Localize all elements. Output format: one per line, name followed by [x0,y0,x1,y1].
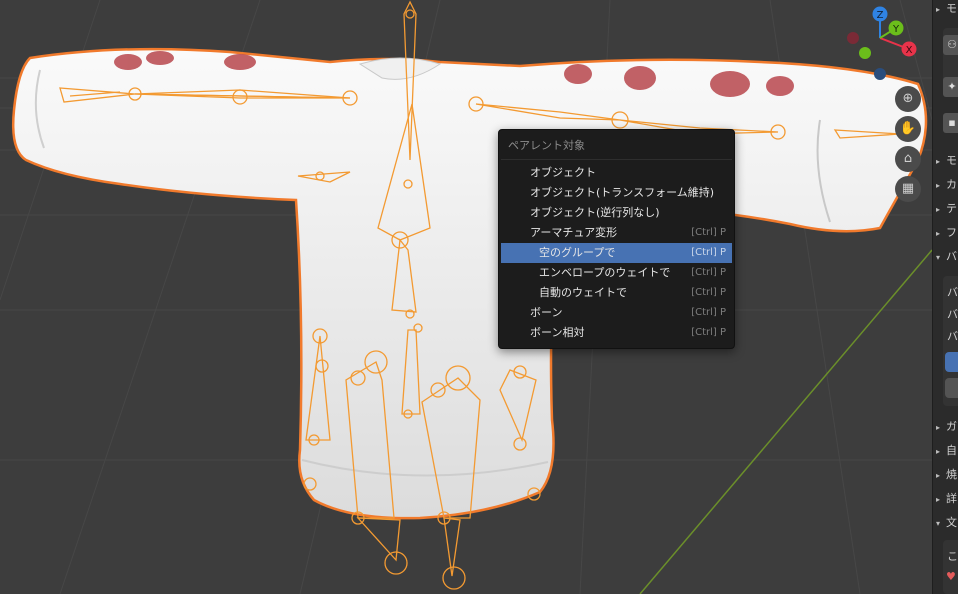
primary-button[interactable] [945,352,958,372]
menu-item-with-automatic-weights[interactable]: 自動のウェイトで [Ctrl] P [501,283,732,303]
panel-header[interactable]: ▾ 文 [936,514,957,530]
collapse-arrow-icon: ▸ [936,423,941,432]
collapse-arrow-icon: ▸ [936,495,941,504]
panel-header-label: テ [946,202,957,215]
property-row[interactable]: バ [947,306,958,322]
panel-header-modifier[interactable]: ▸ モ [936,0,957,16]
panel-header[interactable]: ▸ フ [936,224,957,240]
panel-header-label: モ [946,2,957,15]
collapse-arrow-icon: ▸ [936,229,941,238]
menu-item-object-keep-transform[interactable]: オブジェクト(トランスフォーム維持) [501,183,732,203]
collapse-arrow-icon: ▸ [936,157,941,166]
heart-icon[interactable]: ♥ [946,570,956,583]
menu-item-shortcut: [Ctrl] P [691,327,726,338]
grid-icon[interactable]: ▦ [895,176,921,202]
wand-tool-icon[interactable]: ✦ [943,77,958,97]
menu-item-object[interactable]: オブジェクト [501,163,732,183]
panel-header[interactable]: ▸ ガ [936,418,957,434]
property-label: こ [947,550,958,563]
camera-icon[interactable]: ⌂ [895,146,921,172]
menu-item-object-without-inverse[interactable]: オブジェクト(逆行列なし) [501,203,732,223]
menu-item-label: エンベロープのウェイトで [539,266,671,279]
menu-item-bone[interactable]: ボーン [Ctrl] P [501,303,732,323]
collapse-arrow-icon: ▾ [936,519,941,528]
armature-tool-icon[interactable]: ⚇ [943,35,958,55]
menu-item-label: オブジェクト [530,166,596,179]
panel-header-label: 文 [946,516,957,529]
menu-item-label: 空のグループで [539,246,616,259]
menu-item-label: アーマチュア変形 [530,226,618,239]
3d-viewport[interactable]: Z Y X ⊕ ✋ ⌂ ▦ ペアレント対象 オブジェクト オブジェクト(トランス… [0,0,932,594]
collapse-arrow-icon: ▸ [936,471,941,480]
gizmo-z-label: Z [877,10,884,21]
collapse-arrow-icon: ▸ [936,447,941,456]
panel-header[interactable]: ▸ 自 [936,442,957,458]
menu-item-label: オブジェクト(逆行列なし) [530,206,660,219]
properties-panel[interactable]: ▸ モ ⚇ ✦ ▪ ▸ モ ▸ カ ▸ テ ▸ フ ▾ バ バ バ バ ▸ ガ ▸ 自 ▸ 焼 ▸… [932,0,958,594]
menu-item-label: ボーン相対 [530,326,585,339]
navigation-gizmo[interactable]: Z Y X [847,6,917,81]
gizmo-x-label: X [906,45,913,56]
panel-header-label: バ [946,250,957,263]
panel-header[interactable]: ▸ カ [936,176,957,192]
menu-item-armature-deform[interactable]: アーマチュア変形 [Ctrl] P [501,223,732,243]
panel-header-label: 焼 [946,468,957,481]
property-label: バ [947,330,958,343]
shirt-mesh[interactable] [12,47,928,520]
menu-item-shortcut: [Ctrl] P [691,247,726,258]
menu-item-label: ボーン [530,306,563,319]
panel-header-label: ガ [946,420,957,433]
panel-header[interactable]: ▸ テ [936,200,957,216]
scene[interactable]: Z Y X [0,0,932,594]
panel-header-label: カ [946,178,957,191]
panel-header-label: モ [946,154,957,167]
collapse-arrow-icon: ▸ [936,205,941,214]
panel-header[interactable]: ▸ 詳 [936,490,957,506]
panel-header-label: 詳 [946,492,957,505]
menu-item-shortcut: [Ctrl] P [691,267,726,278]
panel-header[interactable]: ▾ バ [936,248,957,264]
collapse-arrow-icon: ▾ [936,253,941,262]
property-row[interactable]: バ [947,284,958,300]
zoom-icon[interactable]: ⊕ [895,86,921,112]
hand-icon[interactable]: ✋ [895,116,921,142]
panel-header[interactable]: ▸ モ [936,152,957,168]
menu-item-shortcut: [Ctrl] P [691,287,726,298]
menu-item-label: オブジェクト(トランスフォーム維持) [530,186,715,199]
select-tool-icon[interactable]: ▪ [943,113,958,133]
menu-item-shortcut: [Ctrl] P [691,307,726,318]
property-row[interactable]: こ [947,548,958,564]
collapse-arrow-icon: ▸ [936,5,941,14]
panel-header-label: 自 [946,444,957,457]
parent-to-menu[interactable]: ペアレント対象 オブジェクト オブジェクト(トランスフォーム維持) オブジェクト… [498,129,735,349]
menu-item-with-envelope-weights[interactable]: エンベロープのウェイトで [Ctrl] P [501,263,732,283]
menu-item-bone-relative[interactable]: ボーン相対 [Ctrl] P [501,323,732,343]
panel-header-label: フ [946,226,957,239]
gizmo-y-label: Y [892,24,900,35]
menu-title: ペアレント対象 [508,139,585,152]
menu-separator [501,159,732,160]
menu-item-label: 自動のウェイトで [539,286,627,299]
collapse-arrow-icon: ▸ [936,181,941,190]
menu-item-with-empty-groups[interactable]: 空のグループで [Ctrl] P [501,243,732,263]
panel-header[interactable]: ▸ 焼 [936,466,957,482]
property-row[interactable]: バ [947,328,958,344]
property-label: バ [947,308,958,321]
property-label: バ [947,286,958,299]
menu-item-shortcut: [Ctrl] P [691,227,726,238]
play-button[interactable] [945,378,958,398]
